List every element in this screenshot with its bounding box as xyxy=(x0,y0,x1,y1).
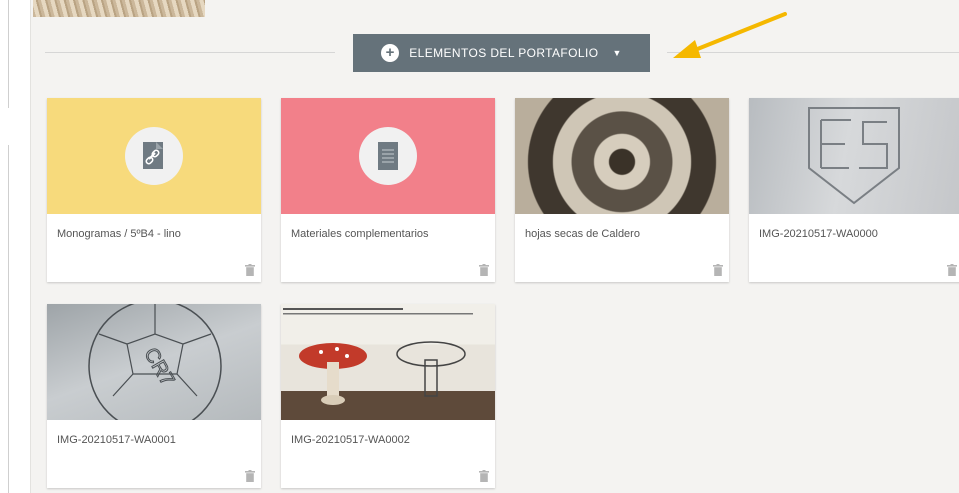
card-title: IMG-20210517-WA0000 xyxy=(759,228,878,240)
card-title: IMG-20210517-WA0002 xyxy=(291,434,410,446)
portfolio-panel: + ELEMENTOS DEL PORTAFOLIO ▼ Monogramas … xyxy=(30,0,959,493)
card-image xyxy=(515,98,729,214)
card-image xyxy=(749,98,959,214)
portfolio-card[interactable]: IMG-20210517-WA0000 xyxy=(749,98,959,282)
portfolio-card[interactable]: Materiales complementarios xyxy=(281,98,495,282)
portfolio-card[interactable]: Monogramas / 5ºB4 - lino xyxy=(47,98,261,282)
add-button-label: ELEMENTOS DEL PORTAFOLIO xyxy=(409,46,599,60)
trash-icon[interactable] xyxy=(479,470,489,482)
left-rail xyxy=(0,0,14,493)
trash-icon[interactable] xyxy=(245,470,255,482)
portfolio-card[interactable]: CR7 IMG-20210517-WA0001 xyxy=(47,304,261,488)
card-title: Monogramas / 5ºB4 - lino xyxy=(57,228,181,240)
add-portfolio-element-button[interactable]: + ELEMENTOS DEL PORTAFOLIO ▼ xyxy=(353,34,650,72)
header-image xyxy=(33,0,205,17)
annotation-arrow-icon xyxy=(673,12,787,58)
divider-left xyxy=(45,52,335,53)
card-title: hojas secas de Caldero xyxy=(525,228,640,240)
link-icon xyxy=(125,127,183,185)
card-media xyxy=(47,98,261,214)
plus-circle-icon: + xyxy=(381,44,400,62)
rail-divider xyxy=(8,145,9,493)
card-image xyxy=(281,304,495,420)
card-media xyxy=(281,98,495,214)
trash-icon[interactable] xyxy=(713,264,723,276)
trash-icon[interactable] xyxy=(245,264,255,276)
document-icon xyxy=(359,127,417,185)
trash-icon[interactable] xyxy=(479,264,489,276)
trash-icon[interactable] xyxy=(947,264,957,276)
portfolio-card[interactable]: IMG-20210517-WA0002 xyxy=(281,304,495,488)
portfolio-card[interactable]: hojas secas de Caldero xyxy=(515,98,729,282)
caret-down-icon: ▼ xyxy=(612,48,622,58)
card-title: Materiales complementarios xyxy=(291,228,429,240)
svg-text:CR7: CR7 xyxy=(139,344,178,390)
card-title: IMG-20210517-WA0001 xyxy=(57,434,176,446)
rail-divider xyxy=(8,0,9,108)
card-image: CR7 xyxy=(47,304,261,420)
